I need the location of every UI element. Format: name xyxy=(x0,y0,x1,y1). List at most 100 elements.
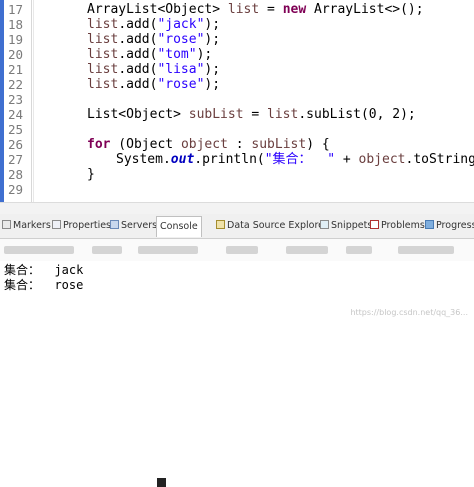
tab-label: Properties xyxy=(63,220,111,231)
code-token: System. xyxy=(116,152,171,167)
code-line[interactable]: 17ArrayList<Object> list = new ArrayList… xyxy=(0,2,474,18)
code-token: ); xyxy=(204,77,220,92)
code-token: subList xyxy=(251,137,306,152)
tab-label: Progress xyxy=(436,220,474,231)
console-line: 集合： rose xyxy=(4,278,83,293)
line-number: 27 xyxy=(8,152,23,168)
code-token: list xyxy=(87,17,118,32)
console-toolbar xyxy=(0,239,474,261)
tab-label: Markers xyxy=(13,220,51,231)
data-source-icon xyxy=(216,220,225,229)
code-token: out xyxy=(171,152,194,167)
tab-data-source-explorer[interactable]: Data Source Explorer xyxy=(216,219,328,233)
line-number: 17 xyxy=(8,2,23,18)
markers-icon xyxy=(2,220,11,229)
tab-problems[interactable]: Problems xyxy=(370,219,425,233)
code-token: "tom" xyxy=(157,47,196,62)
line-number: 28 xyxy=(8,167,23,183)
code-text: } xyxy=(87,167,95,183)
line-number: 22 xyxy=(8,77,23,93)
code-line[interactable]: 28} xyxy=(0,167,474,183)
tab-label: Problems xyxy=(381,220,425,231)
code-text: System.out.println("集合： " + object.toStr… xyxy=(116,152,474,168)
console-line: 集合： jack xyxy=(4,263,83,278)
line-number: 18 xyxy=(8,17,23,33)
code-token: .add( xyxy=(118,77,157,92)
code-line[interactable]: 18 list.add("jack"); xyxy=(0,17,474,33)
blurred-toolbar-text xyxy=(138,246,198,254)
code-token: list xyxy=(228,2,259,17)
line-number: 25 xyxy=(8,122,23,138)
line-number: 23 xyxy=(8,92,23,108)
code-token: "集合： " xyxy=(265,152,335,167)
problems-icon xyxy=(370,220,379,229)
code-token: object xyxy=(359,152,406,167)
blurred-toolbar-text xyxy=(398,246,454,254)
code-text: list.add("rose"); xyxy=(87,77,220,93)
code-token: "rose" xyxy=(157,77,204,92)
code-token: ); xyxy=(204,32,220,47)
code-token: "jack" xyxy=(157,17,204,32)
code-line[interactable]: 22 list.add("rose"); xyxy=(0,77,474,93)
code-token: ArrayList<>(); xyxy=(306,2,423,17)
blurred-toolbar-text xyxy=(346,246,372,254)
properties-icon xyxy=(52,220,61,229)
code-line[interactable]: 20 list.add("tom"); xyxy=(0,47,474,63)
console-output[interactable]: 集合： jack 集合： rose https://blog.csdn.net/… xyxy=(0,261,474,320)
code-line[interactable]: 27 System.out.println("集合： " + object.toS… xyxy=(0,152,474,168)
code-text: list.add("jack"); xyxy=(87,17,220,33)
blurred-toolbar-text xyxy=(286,246,328,254)
code-token: "lisa" xyxy=(157,62,204,77)
code-token: list xyxy=(87,62,118,77)
code-token: ArrayList<Object> xyxy=(87,2,228,17)
code-token: list xyxy=(87,77,118,92)
code-token: .add( xyxy=(118,62,157,77)
tab-properties[interactable]: Properties xyxy=(52,219,111,233)
code-line[interactable]: 26for (Object object : subList) { xyxy=(0,137,474,153)
code-line[interactable]: 19 list.add("rose"); xyxy=(0,32,474,48)
progress-icon xyxy=(425,220,434,229)
code-text: list.add("tom"); xyxy=(87,47,212,63)
console-icon xyxy=(157,478,166,487)
code-token: .toString()); xyxy=(406,152,474,167)
code-token: (Object xyxy=(110,137,180,152)
code-token: List<Object> xyxy=(87,107,189,122)
code-line[interactable]: 21list.add("lisa"); xyxy=(0,62,474,78)
code-text: for (Object object : subList) { xyxy=(87,137,330,153)
code-token: ) { xyxy=(306,137,329,152)
code-token: } xyxy=(87,167,95,182)
code-line[interactable]: 24List<Object> subList = list.subList(0,… xyxy=(0,107,474,123)
tab-label: Servers xyxy=(121,220,157,231)
tab-progress[interactable]: Progress xyxy=(425,219,474,233)
blurred-toolbar-text xyxy=(92,246,122,254)
code-text: list.add("rose"); xyxy=(87,32,220,48)
tab-label: Data Source Explorer xyxy=(227,220,328,231)
code-line[interactable]: 29 xyxy=(0,182,474,198)
code-token: subList xyxy=(189,107,244,122)
code-token: list xyxy=(267,107,298,122)
line-number: 19 xyxy=(8,32,23,48)
tab-console[interactable]: Console xyxy=(156,216,202,237)
code-line[interactable]: 25 xyxy=(0,122,474,138)
code-token: .add( xyxy=(118,32,157,47)
code-token: object xyxy=(181,137,228,152)
code-token: list xyxy=(87,47,118,62)
blurred-toolbar-text xyxy=(4,246,74,254)
code-token: .add( xyxy=(118,47,157,62)
bottom-panel-tab-bar: Markers Properties ServersConsole Data Sour… xyxy=(0,214,474,239)
code-text: list.add("lisa"); xyxy=(87,62,220,78)
code-token: ); xyxy=(204,62,220,77)
tab-label: Snippets xyxy=(331,220,372,231)
line-number: 24 xyxy=(8,107,23,123)
code-line[interactable]: 23 xyxy=(0,92,474,108)
code-token: : xyxy=(228,137,251,152)
code-token: ); xyxy=(204,17,220,32)
snippets-icon xyxy=(320,220,329,229)
code-editor[interactable]: 17ArrayList<Object> list = new ArrayList… xyxy=(0,0,474,202)
tab-markers[interactable]: Markers xyxy=(2,219,51,233)
line-number: 20 xyxy=(8,47,23,63)
tab-servers[interactable]: Servers xyxy=(110,219,157,233)
tab-snippets[interactable]: Snippets xyxy=(320,219,372,233)
watermark: https://blog.csdn.net/qq_36... xyxy=(350,308,468,317)
code-token: "rose" xyxy=(157,32,204,47)
